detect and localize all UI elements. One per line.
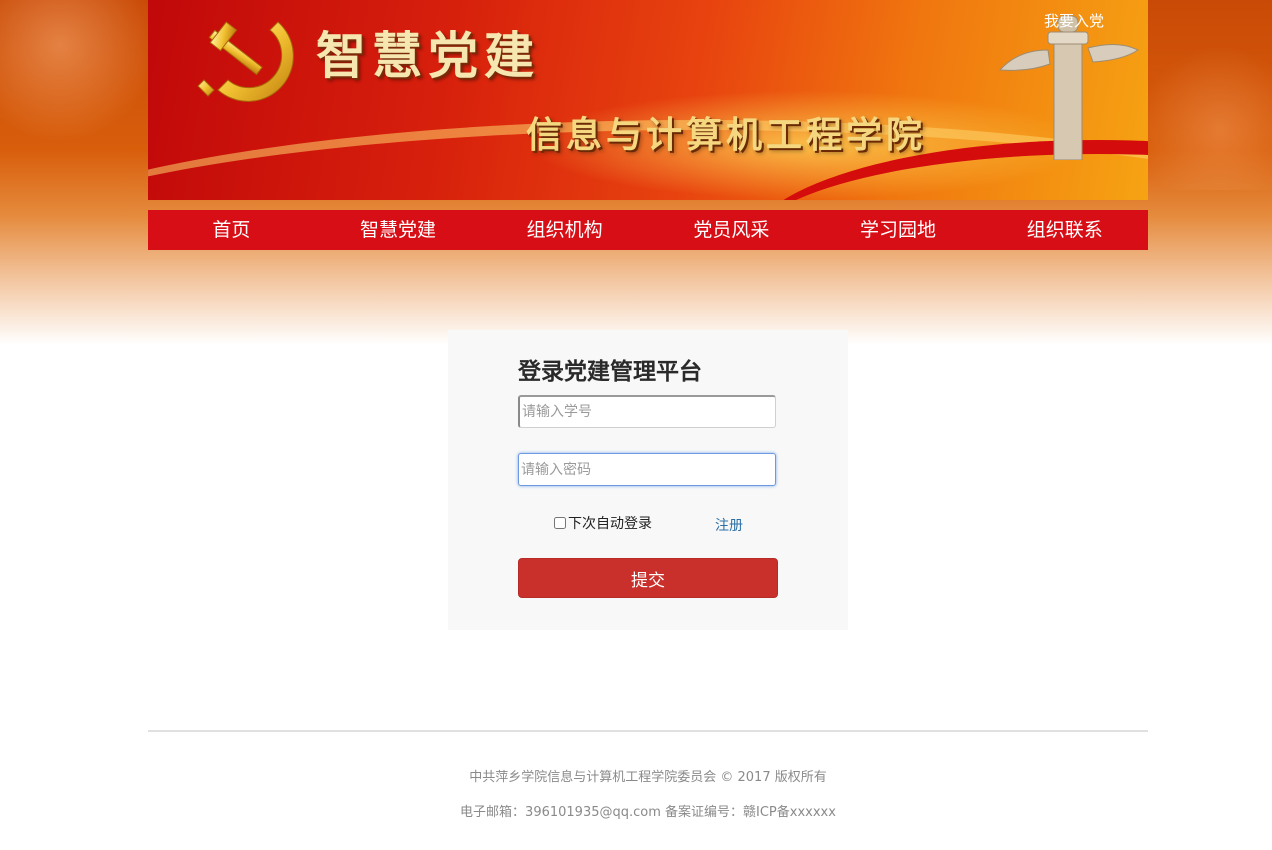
footer-contact: 电子邮箱：396101935@qq.com 备案证编号：赣ICP备xxxxxx bbox=[460, 805, 836, 820]
login-title: 登录党建管理平台 bbox=[518, 359, 702, 385]
join-party-link[interactable]: 我要入党 bbox=[1044, 10, 1104, 31]
footer-copyright: 中共萍乡学院信息与计算机工程学院委员会 © 2017 版权所有 bbox=[469, 770, 827, 785]
remember-me-row: 下次自动登录 bbox=[554, 513, 652, 533]
footer-divider bbox=[148, 730, 1148, 732]
nav-item-home[interactable]: 首页 bbox=[148, 210, 315, 250]
main-nav: 首页 智慧党建 组织机构 党员风采 学习园地 组织联系 bbox=[148, 210, 1148, 250]
banner-title: 智慧党建 bbox=[316, 26, 540, 85]
remember-me-checkbox[interactable] bbox=[554, 517, 566, 529]
nav-item-contact[interactable]: 组织联系 bbox=[981, 210, 1148, 250]
nav-item-learning[interactable]: 学习园地 bbox=[815, 210, 982, 250]
hammer-sickle-icon bbox=[197, 21, 294, 102]
banner-subtitle: 信息与计算机工程学院 bbox=[526, 114, 927, 156]
password-input[interactable] bbox=[518, 453, 776, 486]
remember-me-label: 下次自动登录 bbox=[568, 516, 652, 532]
nav-item-smart-party[interactable]: 智慧党建 bbox=[315, 210, 482, 250]
header-banner: 智慧党建 信息与计算机工程学院 我要入党 bbox=[148, 0, 1148, 200]
student-id-input[interactable] bbox=[518, 395, 776, 428]
nav-item-organization[interactable]: 组织机构 bbox=[481, 210, 648, 250]
nav-item-members[interactable]: 党员风采 bbox=[648, 210, 815, 250]
submit-button[interactable]: 提交 bbox=[518, 558, 778, 598]
register-link[interactable]: 注册 bbox=[715, 515, 743, 535]
login-panel: 登录党建管理平台 下次自动登录 注册 提交 bbox=[448, 330, 848, 630]
huabiao-pillar-icon bbox=[998, 15, 1139, 160]
